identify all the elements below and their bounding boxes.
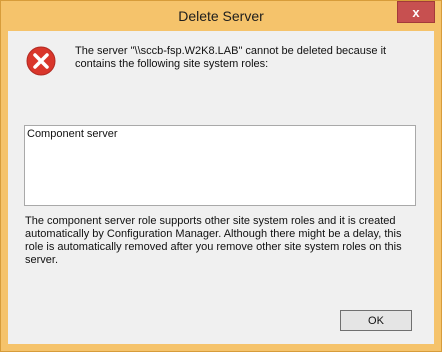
ok-button[interactable]: OK [340,310,412,331]
close-icon: x [412,4,420,20]
explanation-text: The component server role supports other… [25,215,402,266]
dialog-window: Delete Server x The server "\\sccb-fsp.W… [0,0,442,352]
error-icon [25,45,57,77]
site-system-roles-list[interactable]: Component server [24,125,416,206]
error-message: The server "\\sccb-fsp.W2K8.LAB" cannot … [75,45,387,70]
close-button[interactable]: x [397,1,435,23]
title-bar: Delete Server x [1,1,441,31]
window-title: Delete Server [178,8,264,24]
ok-button-label: OK [368,314,384,327]
dialog-content: The server "\\sccb-fsp.W2K8.LAB" cannot … [8,31,434,344]
list-item[interactable]: Component server [27,128,118,140]
